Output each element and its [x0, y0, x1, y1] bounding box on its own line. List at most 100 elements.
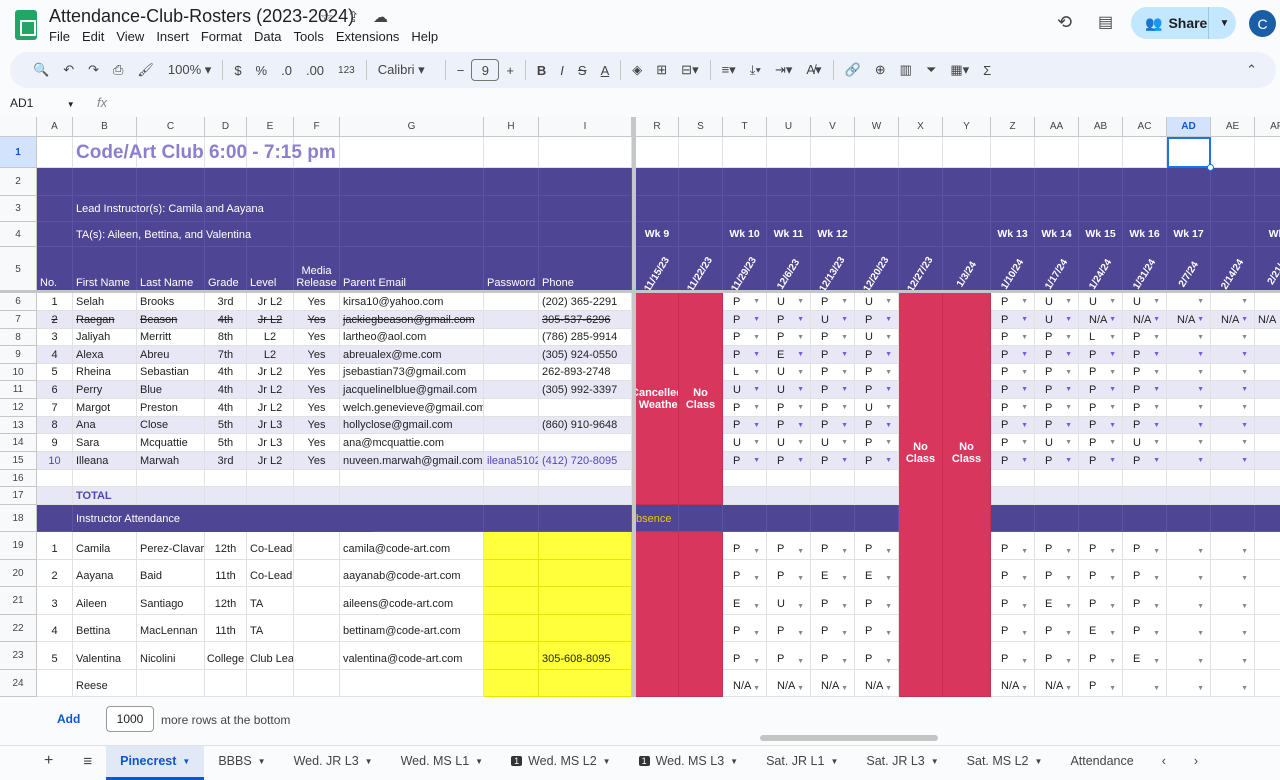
attendance-dropdown[interactable]: P ▼ — [1123, 399, 1167, 417]
attendance-dropdown[interactable]: N/A ▼ — [1167, 311, 1211, 329]
instructor-attendance-dropdown[interactable]: P ▼ — [1035, 642, 1079, 670]
attendance-dropdown[interactable]: ▼ — [1167, 434, 1211, 452]
attendance-dropdown[interactable]: P ▼ — [723, 452, 767, 470]
dropdown-chevron-icon[interactable]: ▼ — [1197, 685, 1204, 692]
week-label[interactable]: Wk 13 — [991, 222, 1035, 247]
attendance-dropdown[interactable]: ▼ — [1167, 381, 1211, 399]
dropdown-chevron-icon[interactable]: ▼ — [1109, 404, 1116, 411]
column-header-C[interactable]: C — [137, 117, 205, 137]
attendance-dropdown[interactable] — [1255, 381, 1280, 399]
dropdown-chevron-icon[interactable]: ▼ — [797, 316, 804, 323]
row-header[interactable]: 10 — [0, 364, 37, 381]
star-icon[interactable]: ☆ — [320, 8, 333, 26]
student-first[interactable]: Rheina — [73, 364, 137, 381]
paint-format-icon[interactable]: 🖌 — [130, 62, 161, 78]
cell[interactable] — [679, 137, 723, 168]
sheet-tab[interactable]: 1 Wed. MS L3 ▼ — [625, 746, 753, 780]
student-grade[interactable]: 5th — [205, 417, 247, 434]
cell[interactable] — [294, 168, 340, 196]
cell[interactable] — [811, 137, 855, 168]
student-email[interactable]: lartheo@aol.com — [340, 329, 484, 346]
student-media[interactable]: Yes — [294, 293, 340, 311]
instructor-attendance-dropdown[interactable]: P ▼ — [1079, 587, 1123, 615]
attendance-dropdown[interactable]: P ▼ — [991, 434, 1035, 452]
cell[interactable] — [539, 505, 632, 532]
instructor-attendance-label[interactable]: Instructor Attendance — [73, 505, 373, 532]
instructor-attendance-dropdown[interactable]: P ▼ — [723, 560, 767, 587]
tab-menu-icon[interactable]: ▼ — [730, 757, 738, 766]
dropdown-chevron-icon[interactable]: ▼ — [797, 404, 804, 411]
attendance-dropdown[interactable] — [1255, 364, 1280, 381]
cell[interactable] — [636, 137, 679, 168]
dropdown-chevron-icon[interactable]: ▼ — [1109, 548, 1116, 555]
instructor-phone[interactable] — [539, 560, 632, 587]
attendance-dropdown[interactable]: N/A ▼ — [1211, 311, 1255, 329]
redo-icon[interactable]: ↷ — [81, 62, 106, 78]
attendance-dropdown[interactable]: U ▼ — [767, 293, 811, 311]
dropdown-chevron-icon[interactable]: ▼ — [753, 369, 760, 376]
instructor-last[interactable]: Nicolini — [137, 642, 205, 670]
attendance-dropdown[interactable]: U ▼ — [855, 329, 899, 346]
row-header[interactable]: 1 — [0, 137, 37, 168]
attendance-dropdown[interactable]: ▼ — [1211, 293, 1255, 311]
instructor-email[interactable]: aayanab@code-art.com — [340, 560, 484, 587]
attendance-dropdown[interactable]: P ▼ — [855, 417, 899, 434]
student-media[interactable]: Yes — [294, 452, 340, 470]
row-header[interactable]: 20 — [0, 560, 37, 587]
dropdown-chevron-icon[interactable]: ▼ — [753, 630, 760, 637]
attendance-dropdown[interactable]: P ▼ — [811, 381, 855, 399]
column-header-AC[interactable]: AC — [1123, 117, 1167, 137]
cell[interactable] — [723, 487, 767, 505]
student-level[interactable]: Jr L3 — [247, 434, 294, 452]
instructor-attendance-dropdown[interactable]: P ▼ — [1123, 615, 1167, 642]
dropdown-chevron-icon[interactable]: ▼ — [797, 658, 804, 665]
attendance-dropdown[interactable]: P ▼ — [991, 417, 1035, 434]
fill-color-icon[interactable]: ◈ — [625, 62, 649, 78]
dropdown-chevron-icon[interactable]: ▼ — [797, 603, 804, 610]
row-header[interactable]: 12 — [0, 399, 37, 417]
instructor-grade[interactable]: 12th — [205, 532, 247, 560]
dropdown-chevron-icon[interactable]: ▼ — [1197, 298, 1204, 305]
column-label[interactable]: Media Release — [294, 247, 340, 293]
sheet-tab[interactable]: 1 Wed. MS L2 ▼ — [497, 746, 625, 780]
column-label[interactable]: Last Name — [137, 247, 205, 293]
instructor-email[interactable] — [340, 670, 484, 697]
week-label[interactable]: Wk 14 — [1035, 222, 1079, 247]
cell[interactable] — [294, 560, 340, 587]
column-header-X[interactable]: X — [899, 117, 943, 137]
cell[interactable] — [1079, 168, 1123, 196]
dropdown-chevron-icon[interactable]: ▼ — [753, 548, 760, 555]
dropdown-chevron-icon[interactable]: ▼ — [1241, 457, 1248, 464]
sheet-tab[interactable]: Sat. MS L2 ▼ — [953, 746, 1057, 780]
dropdown-chevron-icon[interactable]: ▼ — [797, 351, 804, 358]
cancelled-weather-block[interactable]: Cancelled - Weather — [636, 293, 679, 505]
sheet-tab[interactable]: Wed. MS L1 ▼ — [387, 746, 497, 780]
student-media[interactable]: Yes — [294, 329, 340, 346]
row-header[interactable]: 23 — [0, 642, 37, 670]
row-header[interactable]: 18 — [0, 505, 37, 532]
search-icon[interactable]: 🔍 — [26, 62, 56, 78]
cell[interactable] — [205, 470, 247, 487]
cell[interactable] — [1123, 487, 1167, 505]
horizontal-scrollbar[interactable] — [760, 735, 938, 741]
dropdown-chevron-icon[interactable]: ▼ — [1109, 422, 1116, 429]
attendance-dropdown[interactable]: P ▼ — [767, 399, 811, 417]
dropdown-chevron-icon[interactable]: ▼ — [1109, 298, 1116, 305]
dropdown-chevron-icon[interactable]: ▼ — [1153, 575, 1160, 582]
cell[interactable] — [73, 168, 137, 196]
dropdown-chevron-icon[interactable]: ▼ — [1021, 351, 1028, 358]
menu-view[interactable]: View — [110, 29, 150, 44]
menu-tools[interactable]: Tools — [287, 29, 329, 44]
student-first[interactable]: Margot — [73, 399, 137, 417]
cell[interactable] — [636, 196, 679, 222]
cell[interactable] — [1255, 670, 1280, 697]
dropdown-chevron-icon[interactable]: ▼ — [1153, 298, 1160, 305]
dropdown-chevron-icon[interactable]: ▼ — [1241, 603, 1248, 610]
attendance-dropdown[interactable]: P ▼ — [811, 364, 855, 381]
column-header-D[interactable]: D — [205, 117, 247, 137]
student-level[interactable]: L2 — [247, 346, 294, 364]
attendance-dropdown[interactable]: P ▼ — [1079, 381, 1123, 399]
date-header[interactable]: 2/14/24 — [1211, 247, 1255, 293]
cell[interactable] — [1211, 487, 1255, 505]
column-header-E[interactable]: E — [247, 117, 294, 137]
